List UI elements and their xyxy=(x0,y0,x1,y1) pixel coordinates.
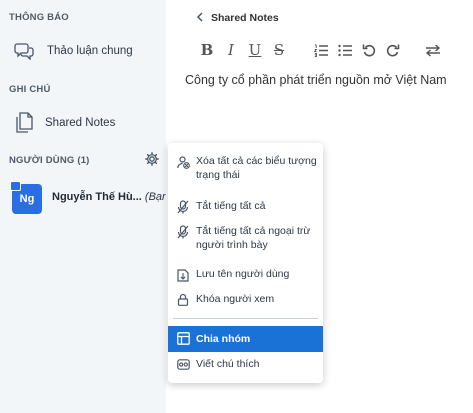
notes-title: Shared Notes xyxy=(211,11,279,24)
caption-icon xyxy=(176,357,190,371)
sidebar: THÔNG BÁO Thảo luận chung GHI CHÚ Shared… xyxy=(0,0,172,413)
notes-back-button[interactable]: Shared Notes xyxy=(196,10,279,25)
ordered-list-icon[interactable] xyxy=(313,41,329,59)
menu-item-mute-all-except-presenter[interactable]: Tắt tiếng tất cả ngoại trừ người trình b… xyxy=(168,223,323,255)
menu-item-label: Tắt tiếng tất cả ngoại trừ người trình b… xyxy=(196,225,311,251)
import-export-icon[interactable] xyxy=(424,41,442,59)
menu-item-label: Tắt tiếng tất cả xyxy=(196,200,266,212)
menu-item-breakout-rooms[interactable]: Chia nhóm xyxy=(168,326,323,352)
menu-divider xyxy=(173,318,318,319)
user-list-item[interactable]: Ng Nguyễn Thế Hù... (Bạn) xyxy=(0,181,172,214)
menu-item-label: Viết chú thích xyxy=(196,358,260,370)
undo-icon[interactable] xyxy=(361,41,377,59)
sidebar-item-label: Shared Notes xyxy=(45,117,116,129)
notes-icon xyxy=(13,112,35,134)
clear-status-icon xyxy=(176,155,190,169)
menu-item-lock-viewers[interactable]: Khóa người xem xyxy=(168,291,323,309)
strikethrough-button[interactable]: S xyxy=(272,41,286,59)
menu-item-save-user-names[interactable]: Lưu tên người dùng xyxy=(168,266,323,284)
italic-button[interactable]: I xyxy=(224,41,238,59)
redo-icon[interactable] xyxy=(385,41,401,59)
notes-section-title: GHI CHÚ xyxy=(9,84,51,95)
presenter-badge xyxy=(10,181,21,191)
sidebar-item-label: Thảo luận chung xyxy=(47,45,133,57)
chevron-left-icon xyxy=(196,10,204,25)
sidebar-item-public-chat[interactable]: Thảo luận chung xyxy=(0,37,166,65)
notifications-section-title: THÔNG BÁO xyxy=(9,12,69,23)
notes-content[interactable]: Công ty cổ phần phát triển nguồn mở Việt… xyxy=(185,73,447,87)
sidebar-item-shared-notes[interactable]: Shared Notes xyxy=(0,109,166,137)
download-icon xyxy=(176,268,190,282)
lock-icon xyxy=(176,292,190,306)
bullet-list-icon[interactable] xyxy=(337,41,353,59)
user-options-menu: Xóa tất cả các biểu tượng trạng thái Tắt… xyxy=(168,143,323,383)
menu-item-label: Lưu tên người dùng xyxy=(196,268,290,280)
user-name: Nguyễn Thế Hù... (Bạn) xyxy=(52,191,172,203)
avatar-initials: Ng xyxy=(19,193,35,205)
chat-icon xyxy=(13,40,35,62)
avatar: Ng xyxy=(10,181,42,214)
underline-button[interactable]: U xyxy=(248,41,262,59)
menu-item-label: Xóa tất cả các biểu tượng trạng thái xyxy=(196,155,317,181)
mute-icon xyxy=(176,200,190,214)
user-name-text: Nguyễn Thế Hù... xyxy=(52,191,142,203)
breakout-icon xyxy=(176,331,190,345)
editor-toolbar: B I U S xyxy=(200,41,470,59)
gear-icon[interactable] xyxy=(144,151,159,166)
users-section-title: NGƯỜI DÙNG (1) xyxy=(9,155,90,166)
menu-item-label: Khóa người xem xyxy=(196,293,275,305)
menu-item-write-captions[interactable]: Viết chú thích xyxy=(168,356,323,374)
mute-icon xyxy=(176,225,190,239)
menu-item-clear-status[interactable]: Xóa tất cả các biểu tượng trạng thái xyxy=(168,153,323,185)
menu-item-label: Chia nhóm xyxy=(196,333,251,345)
bold-button[interactable]: B xyxy=(200,41,214,59)
menu-item-mute-all[interactable]: Tắt tiếng tất cả xyxy=(168,198,323,216)
